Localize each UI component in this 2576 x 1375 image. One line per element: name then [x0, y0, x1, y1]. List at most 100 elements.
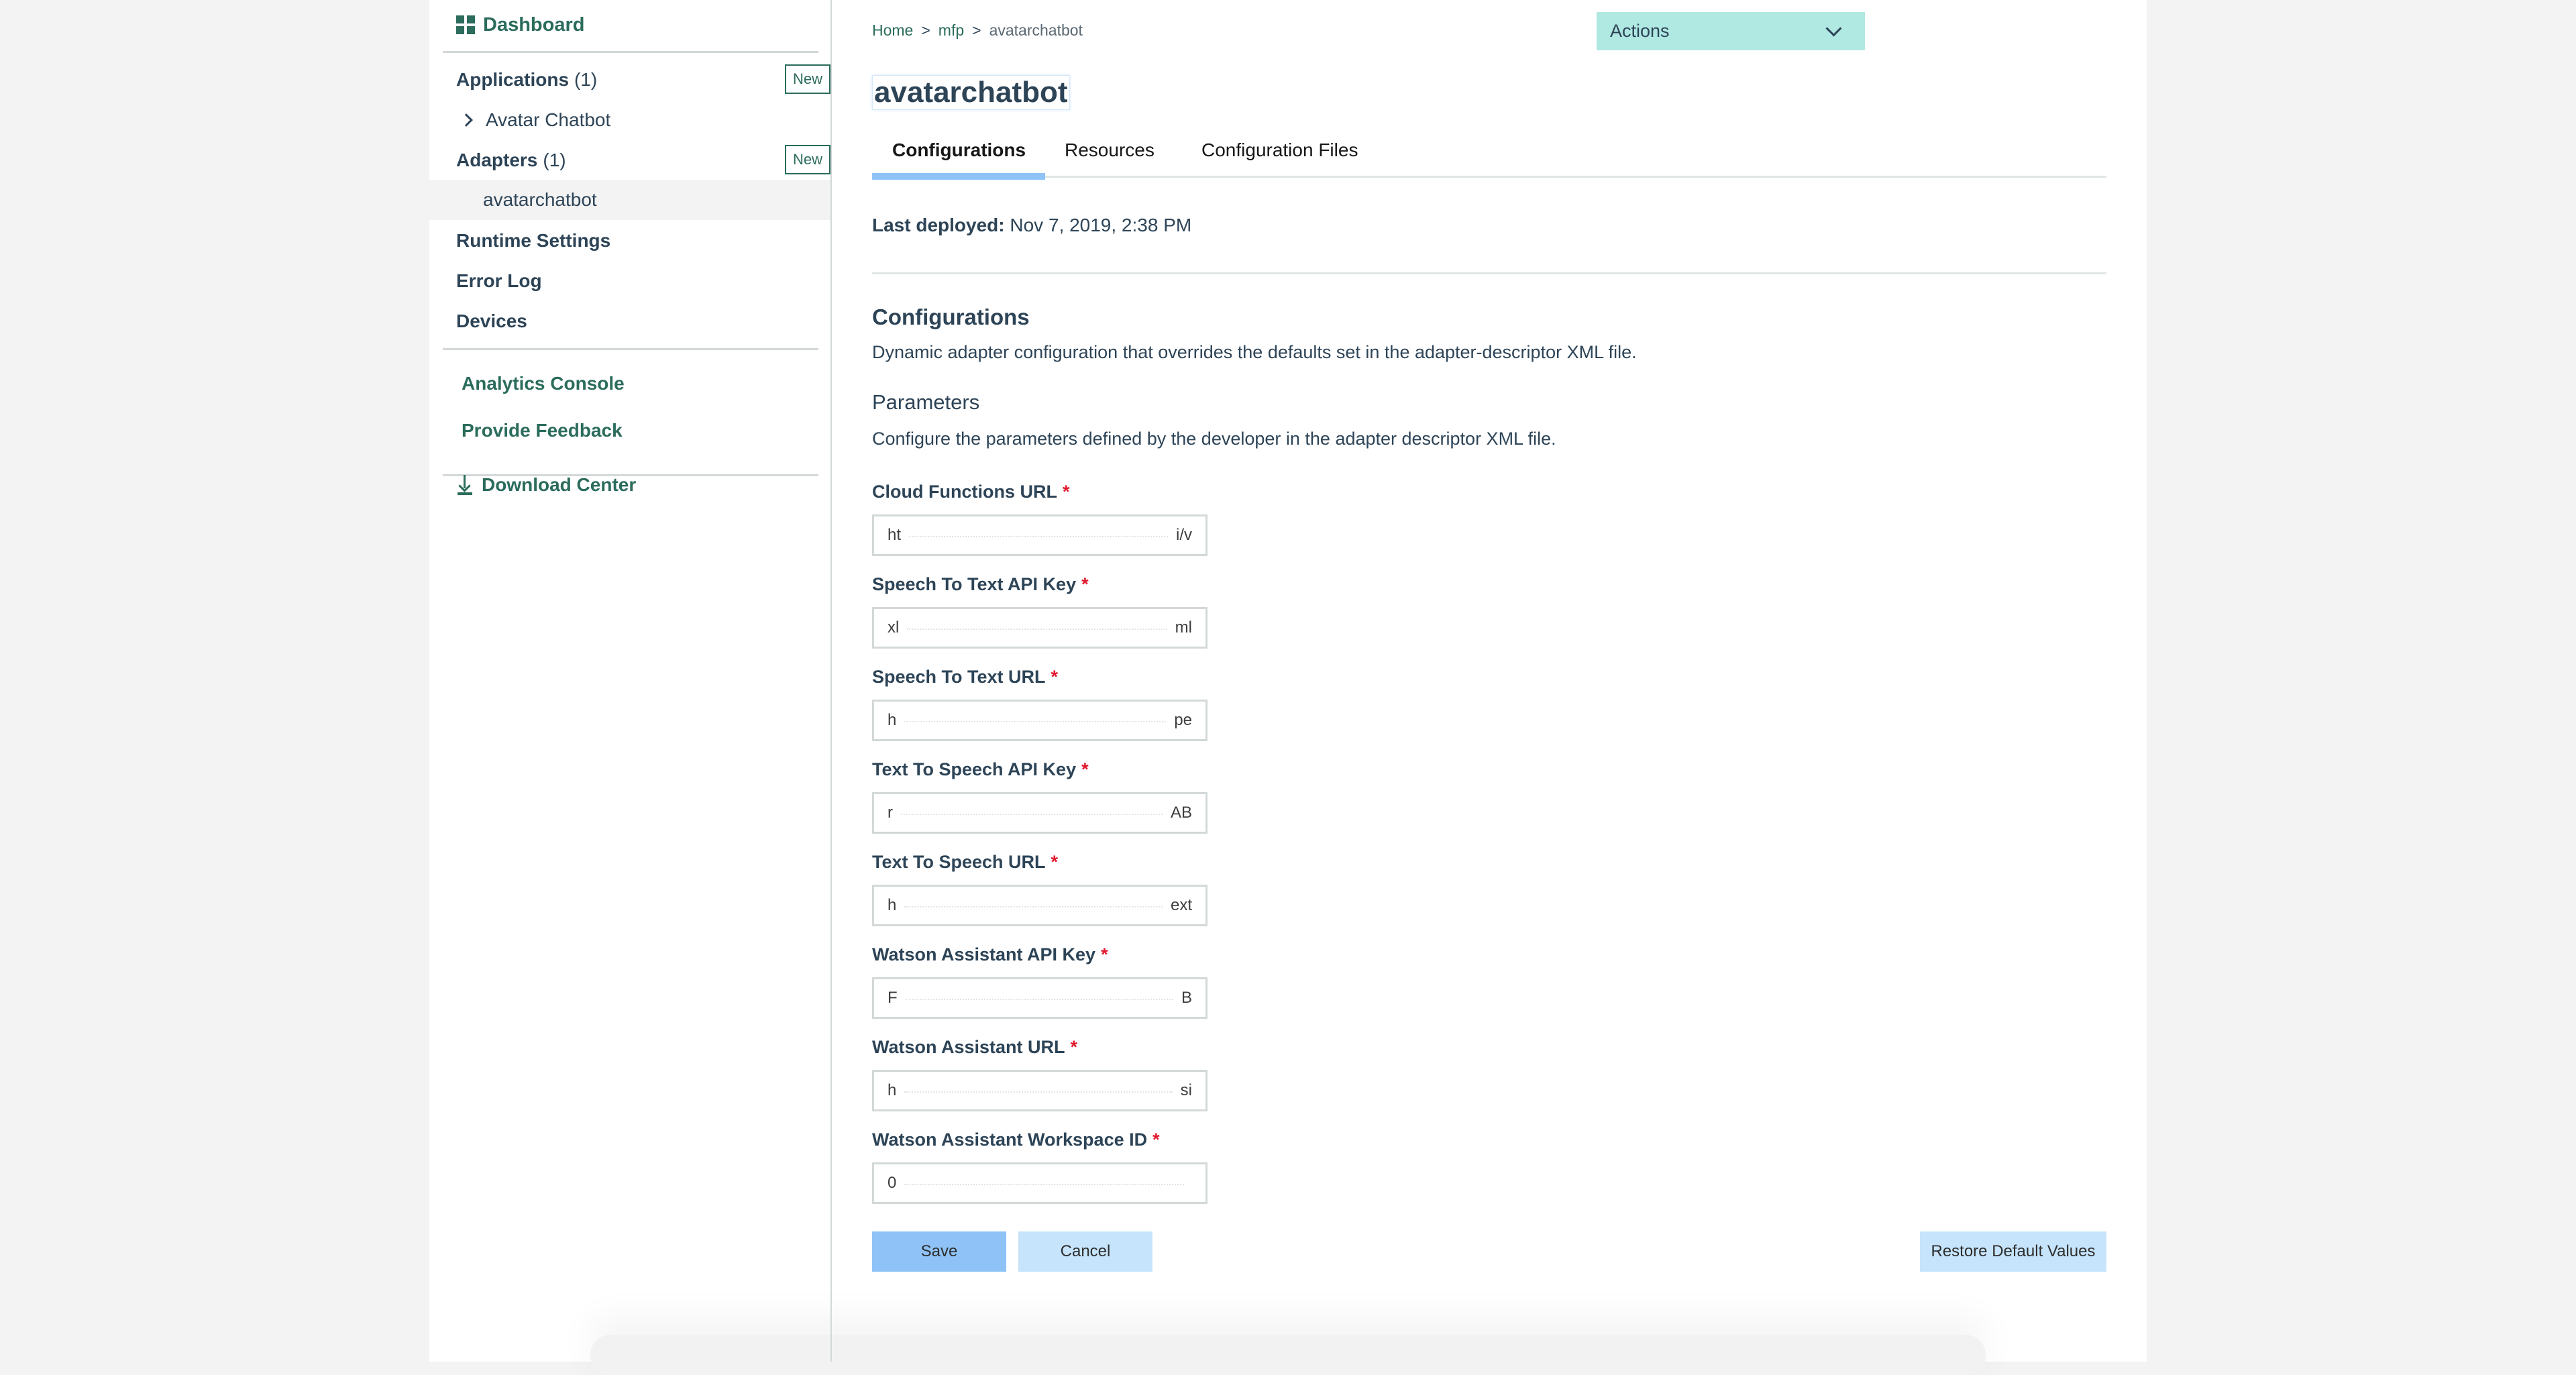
tab-resources[interactable]: Resources — [1065, 131, 1155, 169]
input-value-start: h — [888, 711, 897, 729]
chevron-down-icon — [1825, 20, 1842, 37]
sidebar-item-avatarchatbot-adapter[interactable]: avatarchatbot — [429, 180, 830, 220]
new-application-button[interactable]: New — [785, 64, 830, 94]
field-label: Text To Speech API Key * — [872, 758, 1208, 781]
configurations-heading: Configurations — [872, 305, 1030, 329]
parameter-input[interactable]: h ext — [872, 885, 1208, 926]
sidebar-link-analytics-console[interactable]: Analytics Console — [429, 368, 863, 399]
parameters-description: Configure the parameters defined by the … — [872, 429, 1556, 449]
sidebar-item-label: Dashboard — [483, 13, 585, 36]
field-label-text: Cloud Functions URL — [872, 481, 1057, 502]
field-label-text: Speech To Text API Key — [872, 573, 1077, 594]
input-value-start: h — [888, 896, 897, 914]
sidebar-section-adapters[interactable]: Adapters (1) New — [429, 145, 857, 176]
required-indicator: * — [1051, 851, 1059, 872]
redacted-value — [904, 718, 1167, 722]
field-label-text: Text To Speech URL — [872, 851, 1046, 872]
input-value-start: 0 — [888, 1174, 897, 1192]
input-value-start: r — [888, 804, 893, 822]
new-adapter-button[interactable]: New — [785, 145, 830, 174]
applications-count: (1) — [574, 69, 598, 90]
adapters-count: (1) — [543, 150, 566, 170]
applications-label: Applications — [456, 69, 570, 90]
field-label: Watson Assistant URL * — [872, 1036, 1208, 1058]
parameter-field: Text To Speech URL * h ext — [872, 850, 1208, 926]
tab-configuration-files[interactable]: Configuration Files — [1201, 131, 1358, 169]
parameter-input[interactable]: r AB — [872, 792, 1208, 834]
field-label: Watson Assistant API Key * — [872, 943, 1208, 966]
sidebar-item-label: Download Center — [482, 474, 637, 495]
parameter-input[interactable]: h pe — [872, 700, 1208, 741]
parameters-heading: Parameters — [872, 390, 980, 414]
breadcrumb-current: avatarchatbot — [989, 21, 1083, 39]
field-label-text: Watson Assistant Workspace ID — [872, 1129, 1148, 1150]
actions-dropdown[interactable]: Actions — [1597, 12, 1865, 50]
sidebar-divider — [443, 51, 818, 53]
adapters-label: Adapters — [456, 150, 538, 170]
redacted-value — [901, 811, 1163, 815]
field-label: Speech To Text URL * — [872, 665, 1208, 688]
breadcrumb-separator: > — [972, 21, 981, 39]
save-button[interactable]: Save — [872, 1231, 1006, 1272]
actions-label: Actions — [1610, 21, 1670, 41]
field-label: Speech To Text API Key * — [872, 573, 1208, 596]
section-divider — [872, 272, 2106, 274]
field-label-text: Watson Assistant API Key — [872, 944, 1096, 965]
redacted-value — [904, 903, 1163, 908]
parameter-field: Watson Assistant API Key * F B — [872, 943, 1208, 1019]
sidebar-divider — [443, 348, 818, 350]
last-deployed-label: Last deployed: — [872, 215, 1005, 235]
parameter-field: Text To Speech API Key * r AB — [872, 758, 1208, 834]
chevron-right-icon[interactable] — [460, 113, 473, 127]
breadcrumb: Home > mfp > avatarchatbot — [872, 20, 1083, 40]
sidebar-item-devices[interactable]: Devices — [429, 306, 857, 337]
input-value-start: F — [888, 989, 898, 1007]
sidebar-item-label: Provide Feedback — [462, 420, 623, 441]
sidebar-item-label: Devices — [456, 311, 527, 331]
last-deployed-value: Nov 7, 2019, 2:38 PM — [1010, 215, 1192, 235]
parameter-input[interactable]: h si — [872, 1070, 1208, 1111]
parameter-input[interactable]: FB — [872, 977, 1208, 1019]
input-value-end: B — [1181, 989, 1192, 1007]
required-indicator: * — [1081, 759, 1089, 779]
field-label-text: Text To Speech API Key — [872, 759, 1077, 779]
required-indicator: * — [1051, 666, 1059, 687]
sidebar-section-applications[interactable]: Applications (1) New — [429, 64, 857, 95]
parameter-input[interactable]: 0 — [872, 1162, 1208, 1204]
breadcrumb-mfp[interactable]: mfp — [938, 21, 964, 40]
redacted-value — [909, 533, 1168, 537]
restore-default-values-button[interactable]: Restore Default Values — [1920, 1231, 2106, 1272]
sidebar-link-provide-feedback[interactable]: Provide Feedback — [429, 415, 863, 446]
parameter-input[interactable]: ht i/v — [872, 514, 1208, 556]
parameter-field: Speech To Text URL * h pe — [872, 665, 1208, 741]
field-label: Text To Speech URL * — [872, 850, 1208, 873]
required-indicator: * — [1062, 481, 1070, 502]
input-value-end: ext — [1170, 896, 1192, 914]
input-value-end: ml — [1175, 618, 1192, 637]
download-icon — [458, 475, 472, 495]
sidebar-item-avatar-chatbot[interactable]: Avatar Chatbot — [429, 105, 863, 135]
tab-configurations[interactable]: Configurations — [892, 131, 1026, 169]
parameter-input[interactable]: xl ml — [872, 607, 1208, 649]
field-label: Cloud Functions URL * — [872, 480, 1208, 503]
sidebar-item-label: avatarchatbot — [483, 189, 597, 210]
input-value-end: si — [1180, 1081, 1192, 1099]
sidebar-item-label: Avatar Chatbot — [486, 109, 611, 130]
sidebar-item-error-log[interactable]: Error Log — [429, 266, 857, 296]
parameter-field: Watson Assistant Workspace ID * 0 — [872, 1128, 1208, 1204]
cancel-button[interactable]: Cancel — [1018, 1231, 1152, 1272]
sidebar-link-download-center[interactable]: Download Center — [429, 470, 859, 500]
sidebar-item-dashboard[interactable]: Dashboard — [429, 9, 857, 40]
required-indicator: * — [1081, 573, 1089, 594]
breadcrumb-separator: > — [921, 21, 930, 39]
sidebar-vertical-divider — [830, 0, 832, 1362]
field-label-text: Watson Assistant URL — [872, 1036, 1065, 1057]
redacted-value — [907, 626, 1167, 630]
dashboard-grid-icon — [456, 15, 475, 34]
redacted-value — [904, 1089, 1173, 1093]
redacted-value — [904, 1181, 1184, 1185]
breadcrumb-home[interactable]: Home — [872, 21, 913, 40]
sidebar-item-runtime-settings[interactable]: Runtime Settings — [429, 225, 857, 256]
required-indicator: * — [1101, 944, 1108, 965]
page-title: avatarchatbot — [872, 75, 1070, 110]
